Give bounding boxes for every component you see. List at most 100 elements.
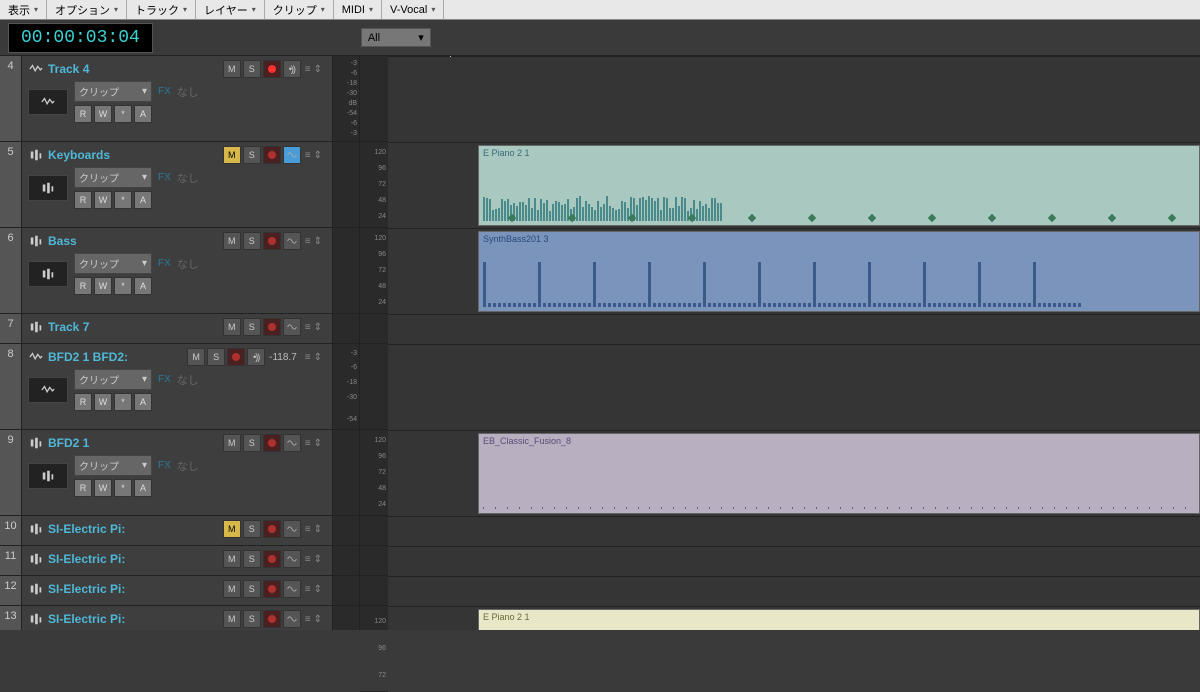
clip-lane[interactable]: SynthBass201 3 (388, 229, 1200, 315)
track-name[interactable]: SI-Electric Pi: (48, 522, 219, 536)
write-automation-button[interactable]: W (94, 191, 112, 209)
list-icon[interactable]: ≡ (305, 614, 311, 625)
track-name[interactable]: Track 4 (48, 62, 219, 76)
menu-item-クリップ[interactable]: クリップ▾ (265, 0, 334, 19)
solo-button[interactable]: S (243, 520, 261, 538)
track-number[interactable]: 10 (0, 516, 22, 545)
track-name[interactable]: SI-Electric Pi: (48, 552, 219, 566)
record-arm-button[interactable] (263, 610, 281, 628)
expand-icon[interactable]: ⇕ (314, 614, 322, 625)
mute-button[interactable]: M (223, 318, 241, 336)
clip-lane[interactable] (388, 315, 1200, 345)
expand-icon[interactable]: ⇕ (314, 584, 322, 595)
star-button[interactable]: * (114, 393, 132, 411)
input-echo-button[interactable] (283, 146, 301, 164)
expand-icon[interactable]: ⇕ (314, 554, 322, 565)
mute-button[interactable]: M (223, 610, 241, 628)
mute-button[interactable]: M (223, 60, 241, 78)
solo-button[interactable]: S (243, 232, 261, 250)
track-number[interactable]: 7 (0, 314, 22, 343)
track-name[interactable]: Keyboards (48, 148, 219, 162)
input-echo-button[interactable] (283, 580, 301, 598)
fx-label[interactable]: FX (158, 258, 171, 269)
track-number[interactable]: 6 (0, 228, 22, 313)
input-echo-button[interactable] (283, 318, 301, 336)
clip-select[interactable]: クリップ▾ (74, 253, 152, 274)
clip-lane[interactable]: EB_Classic_Fusion_8 (388, 431, 1200, 517)
fx-label[interactable]: FX (158, 374, 171, 385)
solo-button[interactable]: S (243, 580, 261, 598)
clip-select[interactable]: クリップ▾ (74, 369, 152, 390)
write-automation-button[interactable]: W (94, 277, 112, 295)
record-arm-button[interactable] (263, 520, 281, 538)
clip-select[interactable]: クリップ▾ (74, 167, 152, 188)
mute-button[interactable]: M (223, 434, 241, 452)
menu-item-表示[interactable]: 表示▾ (0, 0, 47, 19)
list-icon[interactable]: ≡ (305, 322, 311, 333)
track-row[interactable]: 9 BFD2 1 M S ≡ ⇕ (0, 430, 360, 516)
midi-clip[interactable]: E Piano 2 1 (478, 609, 1200, 630)
track-name[interactable]: BFD2 1 (48, 436, 219, 450)
list-icon[interactable]: ≡ (305, 554, 311, 565)
list-icon[interactable]: ≡ (305, 236, 311, 247)
star-button[interactable]: * (114, 277, 132, 295)
record-arm-button[interactable] (227, 348, 245, 366)
solo-button[interactable]: S (243, 610, 261, 628)
track-row[interactable]: 13 SI-Electric Pi: M S ≡ ⇕ (0, 606, 360, 630)
midi-clip[interactable]: EB_Classic_Fusion_8 (478, 433, 1200, 514)
archive-button[interactable]: A (134, 277, 152, 295)
expand-icon[interactable]: ⇕ (314, 438, 322, 449)
track-number[interactable]: 5 (0, 142, 22, 227)
track-name[interactable]: SI-Electric Pi: (48, 612, 219, 626)
list-icon[interactable]: ≡ (305, 524, 311, 535)
expand-icon[interactable]: ⇕ (314, 352, 322, 363)
mute-button[interactable]: M (223, 550, 241, 568)
solo-button[interactable]: S (243, 146, 261, 164)
clip-lane[interactable]: E Piano 2 1 (388, 143, 1200, 229)
star-button[interactable]: * (114, 479, 132, 497)
clip-select[interactable]: クリップ▾ (74, 455, 152, 476)
track-row[interactable]: 5 Keyboards M S ≡ ⇕ (0, 142, 360, 228)
list-icon[interactable]: ≡ (305, 438, 311, 449)
track-number[interactable]: 11 (0, 546, 22, 575)
track-name[interactable]: Bass (48, 234, 219, 248)
mute-button[interactable]: M (223, 232, 241, 250)
menu-item-midi[interactable]: MIDI▾ (334, 0, 382, 19)
write-automation-button[interactable]: W (94, 479, 112, 497)
timecode-display[interactable]: 00:00:03:04 (8, 23, 153, 53)
star-button[interactable]: * (114, 191, 132, 209)
input-echo-button[interactable]: •)) (247, 348, 265, 366)
fx-label[interactable]: FX (158, 86, 171, 97)
clip-lane[interactable] (388, 517, 1200, 547)
menu-item-v-vocal[interactable]: V-Vocal▾ (382, 0, 444, 19)
clip-lane[interactable] (388, 57, 1200, 143)
write-automation-button[interactable]: W (94, 393, 112, 411)
clip-select[interactable]: クリップ▾ (74, 81, 152, 102)
write-automation-button[interactable]: W (94, 105, 112, 123)
track-row[interactable]: 4 Track 4 M S •)) ≡ ⇕ (0, 56, 360, 142)
expand-icon[interactable]: ⇕ (314, 524, 322, 535)
input-echo-button[interactable] (283, 550, 301, 568)
input-echo-button[interactable]: •)) (283, 60, 301, 78)
fx-label[interactable]: FX (158, 460, 171, 471)
record-arm-button[interactable] (263, 60, 281, 78)
read-automation-button[interactable]: R (74, 479, 92, 497)
track-number[interactable]: 9 (0, 430, 22, 515)
solo-button[interactable]: S (243, 60, 261, 78)
track-number[interactable]: 12 (0, 576, 22, 605)
menu-item-オプション[interactable]: オプション▾ (47, 0, 127, 19)
midi-clip[interactable]: E Piano 2 1 (478, 145, 1200, 226)
read-automation-button[interactable]: R (74, 277, 92, 295)
input-echo-button[interactable] (283, 610, 301, 628)
track-row[interactable]: 11 SI-Electric Pi: M S ≡ ⇕ (0, 546, 360, 576)
mute-button[interactable]: M (223, 580, 241, 598)
mute-button[interactable]: M (223, 520, 241, 538)
track-row[interactable]: 12 SI-Electric Pi: M S ≡ ⇕ (0, 576, 360, 606)
archive-button[interactable]: A (134, 105, 152, 123)
menu-item-レイヤー[interactable]: レイヤー▾ (196, 0, 265, 19)
track-filter-select[interactable]: All ▾ (361, 28, 431, 47)
archive-button[interactable]: A (134, 393, 152, 411)
expand-icon[interactable]: ⇕ (314, 64, 322, 75)
mute-button[interactable]: M (223, 146, 241, 164)
menu-item-トラック[interactable]: トラック▾ (127, 0, 196, 19)
